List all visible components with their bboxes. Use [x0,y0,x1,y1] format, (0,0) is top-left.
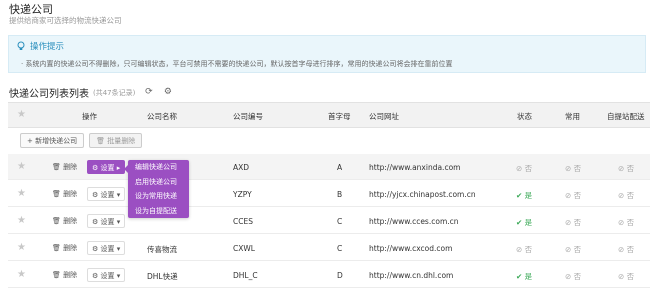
status-toggle[interactable]: ✔ 是 [516,271,532,282]
delete-button[interactable]: 🗑 删除 [52,269,77,281]
gear-icon: ⚙ [92,272,99,280]
gear-icon: ⚙ [92,245,99,253]
dropdown-caret [124,165,128,173]
pickup-toggle[interactable]: ⊘ 否 [618,244,634,255]
star-icon[interactable]: ★ [17,161,26,172]
gear-icon: ⚙ [92,218,99,226]
settings-button[interactable]: ⚙ 设置 ▾ [87,268,126,282]
menu-item-set-common[interactable]: 设为常用快递 [128,189,189,204]
company-code: CCES [233,217,253,226]
trash-icon: 🗑 [52,190,61,198]
table-header: ★ 操作 公司名称 公司编号 首字母 公司网址 状态 常用 自提站配送 [8,102,650,128]
trash-icon: 🗑 [96,137,108,145]
star-icon[interactable]: ★ [17,242,26,253]
col-letter: 首字母 [328,112,351,121]
table-actions: + 新增快递公司 🗑 批量删除 [20,133,143,148]
list-title: 快递公司列表列表 [9,89,89,100]
tip-text-line: · 系统内置的快递公司不得删除，只可编辑状态，平台可禁用不需要的快递公司，默认按… [21,60,453,68]
company-url: http://www.anxinda.com [369,163,461,172]
pickup-toggle[interactable]: ⊘ 否 [618,271,634,282]
company-code: AXD [233,163,250,172]
col-actions: 操作 [82,112,97,121]
status-toggle[interactable]: ✔ 是 [516,217,532,228]
delete-button[interactable]: 🗑 删除 [52,161,77,173]
gear-icon[interactable]: ⚙ [162,87,173,98]
status-toggle[interactable]: ✔ 是 [516,190,532,201]
company-code: YZPY [233,190,252,199]
menu-item-enable-company[interactable]: 启用快递公司 [128,175,189,190]
menu-item-set-pickup[interactable]: 设为自提配送 [128,204,189,219]
delete-button[interactable]: 🗑 删除 [52,188,77,200]
col-common: 常用 [565,112,580,121]
page-subtitle: 提供给商家可选择的物流快递公司 [9,16,122,25]
status-toggle[interactable]: ⊘ 否 [516,244,532,255]
trash-icon: 🗑 [52,271,61,279]
delete-button[interactable]: 🗑 删除 [52,215,77,227]
common-toggle[interactable]: ⊘ 否 [565,244,581,255]
plus-icon: + [27,137,36,145]
star-icon[interactable]: ★ [17,215,26,226]
company-letter: C [337,244,343,253]
col-name: 公司名称 [147,112,177,121]
col-code: 公司编号 [233,112,263,121]
settings-dropdown-menu: 编辑快递公司 启用快递公司 设为常用快递 设为自提配送 [124,160,189,219]
settings-button[interactable]: ⚙ 设置 ▾ [87,214,126,228]
company-letter: A [337,163,343,172]
company-letter: D [337,271,343,280]
gear-icon: ⚙ [92,164,99,172]
company-url: http://yjcx.chinapost.com.cn [369,190,476,199]
status-toggle[interactable]: ⊘ 否 [516,163,532,174]
record-count: (共47条记录) [93,88,136,97]
trash-icon: 🗑 [52,163,61,171]
company-code: DHL_C [233,271,258,280]
common-toggle[interactable]: ⊘ 否 [565,217,581,228]
delete-button[interactable]: 🗑 删除 [52,242,77,254]
batch-delete-button[interactable]: 🗑 批量删除 [89,133,143,148]
gear-icon: ⚙ [92,191,99,199]
table-row: ★ 🗑 删除 ⚙ 设置 ▾ 传喜物流 CXWL C http://www.cxc… [8,235,650,261]
table-row: ★ 🗑 删除 ⚙ 设置 ▾ YZPY B http://yjcx.chinapo… [8,181,650,207]
settings-button[interactable]: ⚙ 设置 ▸ [87,160,126,174]
menu-item-edit-company[interactable]: 编辑快递公司 [128,160,189,175]
star-icon[interactable]: ★ [17,269,26,280]
pickup-toggle[interactable]: ⊘ 否 [618,217,634,228]
pickup-toggle[interactable]: ⊘ 否 [618,163,634,174]
col-url: 公司网址 [369,112,399,121]
tip-text: 系统内置的快递公司不得删除，只可编辑状态，平台可禁用不需要的快递公司，默认按首字… [25,60,453,68]
refresh-icon[interactable]: ⟳ [143,87,154,98]
star-icon[interactable]: ★ [17,188,26,199]
tip-header: 操作提示 [16,40,64,52]
common-toggle[interactable]: ⊘ 否 [565,190,581,201]
company-url: http://www.cces.com.cn [369,217,459,226]
list-header: 快递公司列表列表 (共47条记录) ⟳ ⚙ [9,85,173,100]
tip-panel: 操作提示 · 系统内置的快递公司不得删除，只可编辑状态，平台可禁用不需要的快递公… [8,35,646,73]
company-url: http://www.cn.dhl.com [369,271,454,280]
table-row: ★ 🗑 删除 ⚙ 设置 ▸ AXD A http://www.anxinda.c… [8,154,650,180]
settings-button[interactable]: ⚙ 设置 ▾ [87,241,126,255]
trash-icon: 🗑 [52,217,61,225]
tip-title: 操作提示 [30,42,65,52]
add-company-button[interactable]: + 新增快递公司 [20,133,85,148]
lightbulb-icon [17,41,25,50]
col-pickup: 自提站配送 [607,112,645,121]
company-letter: C [337,217,343,226]
company-name: 传喜物流 [147,245,177,254]
star-icon[interactable]: ★ [17,109,26,120]
table-row: ★ 🗑 删除 ⚙ 设置 ▾ DHL快递 DHL_C D http://www.c… [8,262,650,288]
pickup-toggle[interactable]: ⊘ 否 [618,190,634,201]
company-url: http://www.cxcod.com [369,244,453,253]
table-row: ★ 🗑 删除 ⚙ 设置 ▾ CCES C http://www.cces.com… [8,208,650,234]
trash-icon: 🗑 [52,244,61,252]
col-status: 状态 [517,112,532,121]
company-name: DHL快递 [147,272,178,281]
common-toggle[interactable]: ⊘ 否 [565,163,581,174]
common-toggle[interactable]: ⊘ 否 [565,271,581,282]
company-letter: B [337,190,343,199]
company-code: CXWL [233,244,255,253]
settings-button[interactable]: ⚙ 设置 ▾ [87,187,126,201]
